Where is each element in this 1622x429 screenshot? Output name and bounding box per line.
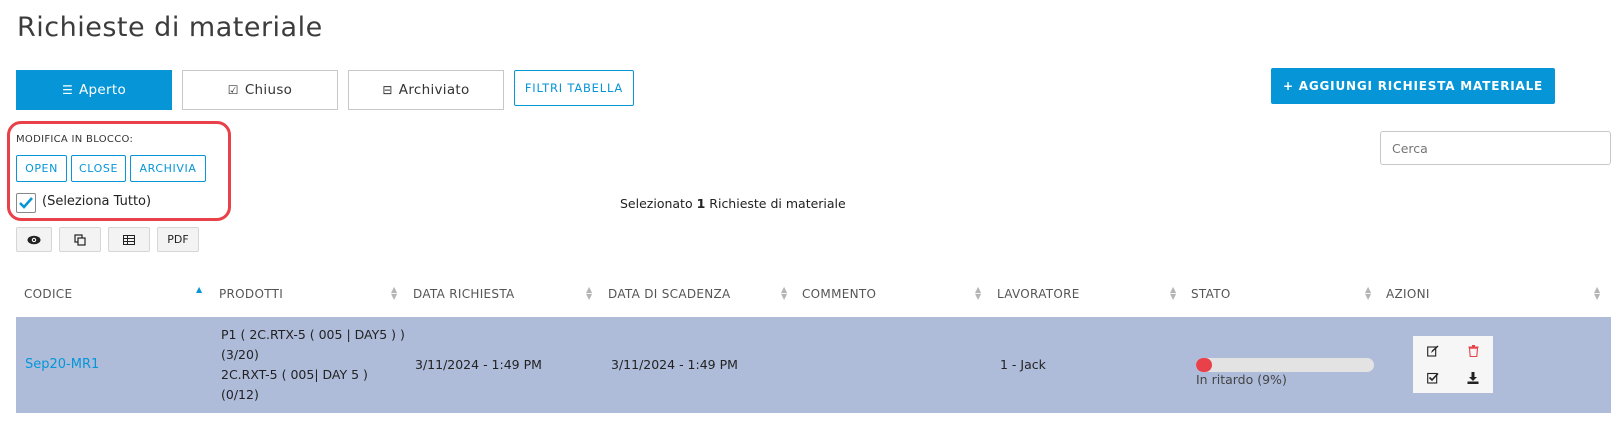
search-input[interactable]: [1380, 131, 1611, 165]
products-cell: P1 ( 2C.RTX-5 ( 005 | DAY5 ) ) (3/20) 2C…: [221, 325, 405, 405]
selection-count: 1: [696, 196, 706, 211]
checkmark-icon: [19, 197, 33, 209]
table-filters-button[interactable]: FILTRI TABELLA: [514, 70, 634, 106]
request-code-link[interactable]: Sep20-MR1: [25, 357, 99, 372]
product-line: (3/20): [221, 347, 259, 362]
sort-icon[interactable]: ▲ ▼: [586, 286, 592, 301]
inbox-icon: ⊟: [382, 83, 393, 97]
sort-icon[interactable]: ▲ ▼: [1365, 286, 1371, 301]
check-square-icon[interactable]: [1423, 368, 1443, 388]
select-all-checkbox[interactable]: [16, 193, 36, 213]
column-header-comment[interactable]: COMMENTO: [802, 284, 876, 304]
bulk-edit-label: MODIFICA IN BLOCCO:: [16, 134, 134, 145]
tab-label: Chiuso: [244, 82, 293, 98]
worker-cell: 1 - Jack: [1000, 357, 1046, 372]
column-header-products[interactable]: PRODOTTI: [219, 284, 283, 304]
tab-aperto[interactable]: ☰ Aperto: [16, 70, 172, 110]
tab-archiviato[interactable]: ⊟ Archiviato: [348, 70, 504, 110]
sort-icon[interactable]: ▲ ▼: [1594, 286, 1600, 301]
add-material-request-button[interactable]: + AGGIUNGI RICHIESTA MATERIALE: [1271, 68, 1555, 104]
edit-icon[interactable]: [1423, 341, 1443, 361]
column-header-actions[interactable]: AZIONI: [1386, 284, 1430, 304]
bulk-close-button[interactable]: CLOSE: [71, 155, 126, 182]
copy-icon: [74, 233, 86, 246]
check-square-icon: ☑: [227, 83, 239, 97]
column-header-code[interactable]: CODICE: [24, 284, 72, 304]
selection-suffix: Richieste di materiale: [709, 196, 846, 211]
due-date-cell: 3/11/2024 - 1:49 PM: [611, 357, 738, 372]
sort-icon[interactable]: ▲ ▼: [975, 286, 981, 301]
page-title: Richieste di materiale: [17, 12, 323, 43]
sort-icon[interactable]: ▲: [196, 286, 202, 294]
sort-icon[interactable]: ▲ ▼: [781, 286, 787, 301]
product-line: (0/12): [221, 387, 259, 402]
column-header-request-date[interactable]: DATA RICHIESTA: [413, 284, 515, 304]
select-all-label: (Seleziona Tutto): [42, 194, 152, 209]
bulk-open-button[interactable]: OPEN: [16, 155, 67, 182]
row-actions: [1413, 336, 1493, 393]
progress-fill: [1196, 358, 1213, 372]
view-button[interactable]: [16, 227, 52, 252]
column-header-worker[interactable]: LAVORATORE: [997, 284, 1080, 304]
sort-icon[interactable]: ▲ ▼: [1170, 286, 1176, 301]
bulk-archive-button[interactable]: ARCHIVIA: [130, 155, 206, 182]
selection-prefix: Selezionato: [620, 196, 693, 211]
trash-icon[interactable]: [1463, 341, 1483, 361]
download-icon[interactable]: [1463, 368, 1483, 388]
column-header-due-date[interactable]: DATA DI SCADENZA: [608, 284, 731, 304]
eye-icon: [27, 235, 41, 244]
product-line: 2C.RXT-5 ( 005| DAY 5 ): [221, 367, 368, 382]
table-icon: [123, 234, 135, 245]
table-view-button[interactable]: [108, 227, 150, 252]
selection-summary: Selezionato 1 Richieste di materiale: [620, 196, 846, 211]
tab-label: Archiviato: [398, 82, 470, 98]
status-progress-bar: [1196, 358, 1374, 372]
sort-icon[interactable]: ▲ ▼: [391, 286, 397, 301]
column-header-status[interactable]: STATO: [1191, 284, 1231, 304]
product-line: P1 ( 2C.RTX-5 ( 005 | DAY5 ) ): [221, 327, 405, 342]
request-date-cell: 3/11/2024 - 1:49 PM: [415, 357, 542, 372]
status-text: In ritardo (9%): [1196, 372, 1287, 387]
tab-label: Aperto: [79, 82, 127, 98]
pdf-button[interactable]: PDF: [157, 227, 199, 252]
copy-button[interactable]: [59, 227, 101, 252]
tab-chiuso[interactable]: ☑ Chiuso: [182, 70, 338, 110]
list-icon: ☰: [61, 83, 74, 97]
